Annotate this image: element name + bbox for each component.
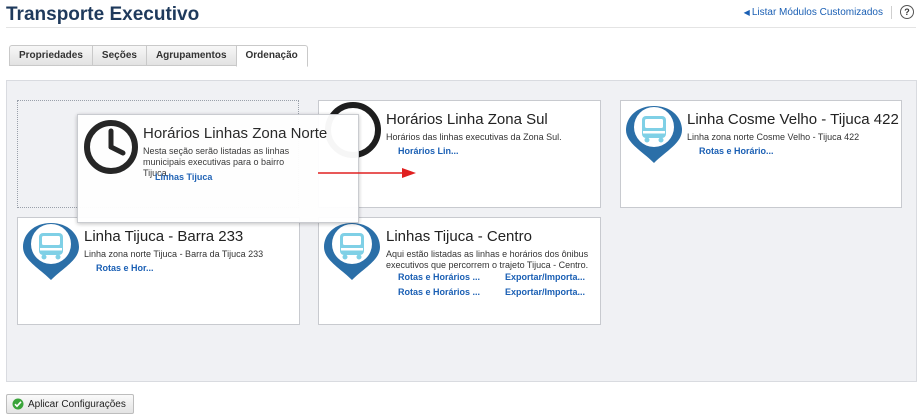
card-link[interactable]: Exportar/Importa... [505,287,585,297]
card-link[interactable]: Horários Lin... [398,146,459,156]
tab-secoes[interactable]: Seções [91,45,146,66]
card-tijuca-barra[interactable]: Linha Tijuca - Barra 233 Linha zona nort… [17,217,300,325]
tab-agrupamentos[interactable]: Agrupamentos [145,45,236,66]
tab-bar: Propriedades Seções Agrupamentos Ordenaç… [9,45,308,67]
card-title: Horários Linha Zona Sul [386,111,548,128]
top-links: ◀ Listar Módulos Customizados ? [744,5,914,19]
card-cosme-velho[interactable]: Linha Cosme Velho - Tijuca 422 Linha zon… [620,100,902,208]
card-link[interactable]: Linhas Tijuca [155,172,212,182]
card-title: Linha Tijuca - Barra 233 [84,228,244,245]
page-title: Transporte Executivo [6,4,200,25]
check-circle-icon [12,398,24,410]
card-description: Horários das linhas executivas da Zona S… [386,132,562,142]
card-title: Linha Cosme Velho - Tijuca 422 [687,111,899,128]
divider [891,5,892,19]
card-link[interactable]: Rotas e Hor... [96,263,154,273]
tab-ordenacao[interactable]: Ordenação [235,45,308,67]
bus-pin-icon [324,223,380,280]
card-description: Aqui estão listadas as linhas e horários… [386,249,589,270]
apply-settings-label: Aplicar Configurações [28,398,126,410]
tab-propriedades[interactable]: Propriedades [9,45,92,66]
bus-pin-icon [626,106,682,163]
card-description: Linha zona norte Tijuca - Barra da Tijuc… [84,249,264,259]
help-icon[interactable]: ? [900,5,914,19]
card-zona-norte-dragging[interactable]: Horários Linhas Zona Norte Nesta seção s… [77,114,359,223]
list-modules-link[interactable]: ◀ Listar Módulos Customizados [744,7,883,18]
card-link[interactable]: Rotas e Horário... [699,146,774,156]
card-title: Horários Linhas Zona Norte [143,125,328,142]
title-divider [6,27,916,28]
drag-arrow-icon [318,168,416,178]
card-description: Linha zona norte Cosme Velho - Tijuca 42… [687,132,860,142]
card-link[interactable]: Rotas e Horários ... [398,272,480,282]
card-tijuca-centro[interactable]: Linhas Tijuca - Centro Aqui estão listad… [318,217,601,325]
bus-pin-icon [23,223,79,280]
list-modules-label: Listar Módulos Customizados [751,6,883,18]
apply-settings-button[interactable]: Aplicar Configurações [6,394,134,414]
card-title: Linhas Tijuca - Centro [386,228,532,245]
caret-left-icon: ◀ [743,7,750,17]
clock-icon [84,120,138,174]
card-link[interactable]: Exportar/Importa... [505,272,585,282]
card-zona-sul[interactable]: Horários Linha Zona Sul Horários das lin… [318,100,601,208]
card-link[interactable]: Rotas e Horários ... [398,287,480,297]
